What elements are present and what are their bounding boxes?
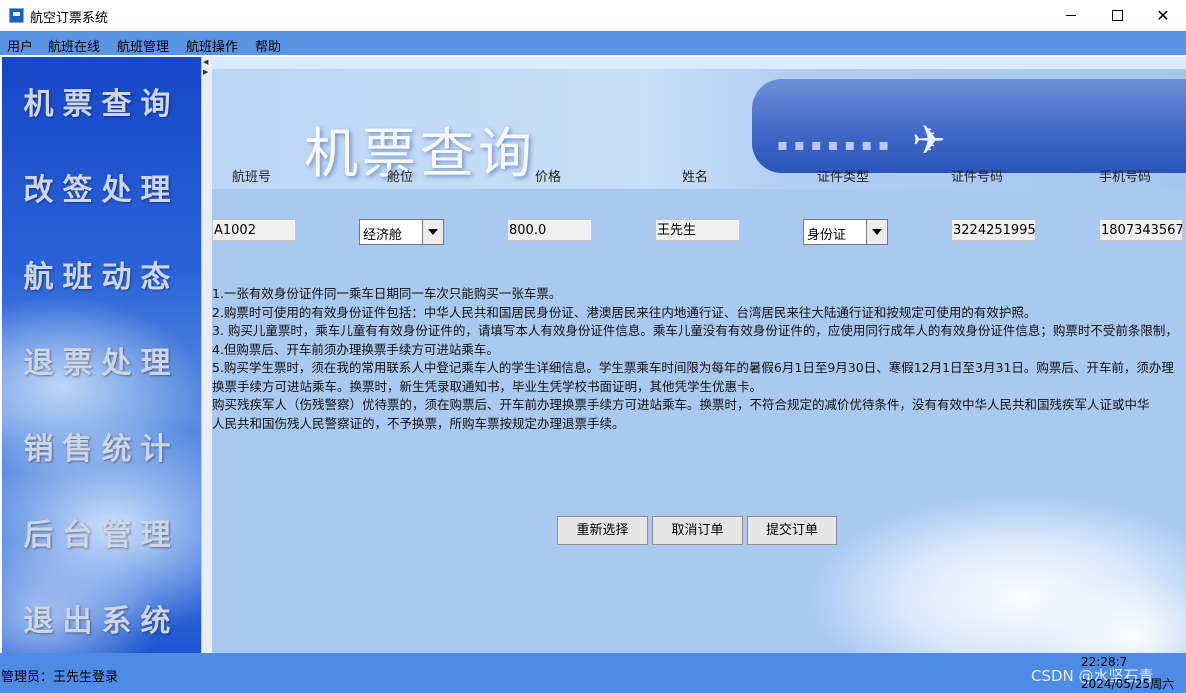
collapse-left-icon[interactable]: ◀ bbox=[203, 59, 208, 66]
label-cabin: 舱位 bbox=[387, 170, 414, 185]
notice-line: 人民共和国伤残人民警察证的，不予换票，所购车票按规定办理退票手续。 bbox=[212, 415, 625, 431]
maximize-button[interactable] bbox=[1094, 0, 1140, 31]
sidebar-item-sales-stats[interactable]: 销售统计 bbox=[2, 424, 201, 468]
sidebar: 机票查询 改签处理 航班动态 退票处理 销售统计 后台管理 退出系统 bbox=[2, 57, 201, 653]
airplane-windows-decoration: ▪▪▪▪▪▪▪ bbox=[777, 135, 895, 154]
id-type-select[interactable]: 身份证 bbox=[803, 219, 888, 245]
main-top-strip bbox=[212, 57, 1186, 69]
page-title: 机票查询 bbox=[304, 122, 536, 185]
name-field[interactable]: 王先生 bbox=[655, 219, 740, 241]
chevron-down-icon[interactable] bbox=[866, 220, 887, 244]
menu-help[interactable]: 帮助 bbox=[255, 36, 281, 55]
close-button[interactable]: ✕ bbox=[1140, 0, 1186, 31]
sidebar-item-admin[interactable]: 后台管理 bbox=[2, 510, 201, 554]
price-field[interactable]: 800.0 bbox=[507, 219, 592, 241]
title-bar: 航空订票系统 ✕ bbox=[0, 0, 1186, 31]
menu-flight-management[interactable]: 航班管理 bbox=[117, 36, 169, 55]
ticket-rules-notice: 1.一张有效身份证件同一乘车日期同一车次只能购买一张车票。 2.购票时可使用的有… bbox=[212, 285, 1182, 433]
notice-line: 1.一张有效身份证件同一乘车日期同一车次只能购买一张车票。 bbox=[212, 286, 562, 301]
notice-line: 5.购买学生票时，须在我的常用联系人中登记乘车人的学生详细信息。学生票乘车时间限… bbox=[212, 360, 1174, 394]
label-name: 姓名 bbox=[682, 170, 709, 185]
label-phone: 手机号码 bbox=[1099, 170, 1152, 185]
menu-flight-operation[interactable]: 航班操作 bbox=[186, 36, 238, 55]
cancel-order-button[interactable]: 取消订单 bbox=[652, 516, 743, 545]
clock-date: 2024/05/25周六 bbox=[1081, 677, 1175, 691]
login-status: 管理员：王先生登录 bbox=[1, 670, 119, 685]
label-flight-no: 航班号 bbox=[232, 170, 272, 185]
main-panel: ▪▪▪▪▪▪▪ ✈ 机票查询 航班号 舱位 价格 姓名 证件类型 证件号码 手机… bbox=[212, 57, 1186, 653]
notice-line: 购买残疾军人（伤残警察）优待票的，须在购票后、开车前办理换票手续方可进站乘车。换… bbox=[212, 397, 1150, 412]
notice-line: 3. 购买儿童票时，乘车儿童有有效身份证件的，请填写本人有效身份证件信息。乘车儿… bbox=[212, 323, 1178, 338]
sidebar-item-flight-status[interactable]: 航班动态 bbox=[2, 252, 201, 296]
airplane-banner bbox=[752, 79, 1186, 173]
minimize-button[interactable] bbox=[1048, 0, 1094, 31]
label-price: 价格 bbox=[535, 170, 562, 185]
notice-line: 4.但购票后、开车前须办理换票手续方可进站乘车。 bbox=[212, 341, 499, 357]
notice-line: 2.购票时可使用的有效身份证件包括：中华人民共和国居民身份证、港澳居民来往内地通… bbox=[212, 304, 1037, 320]
label-id-type: 证件类型 bbox=[817, 170, 870, 185]
menu-bar: 用户 航班在线 航班管理 航班操作 帮助 bbox=[0, 31, 1186, 55]
clock-time: 22:28:7 bbox=[1081, 655, 1128, 669]
chevron-down-icon[interactable] bbox=[422, 220, 443, 244]
id-number-field[interactable]: 3224251995 bbox=[951, 219, 1036, 241]
cabin-select[interactable]: 经济舱 bbox=[359, 219, 444, 245]
sidebar-item-rebooking[interactable]: 改签处理 bbox=[2, 165, 201, 209]
maximize-icon bbox=[1112, 10, 1123, 21]
flight-no-field[interactable]: A1002 bbox=[212, 219, 296, 241]
reset-button[interactable]: 重新选择 bbox=[557, 516, 648, 545]
expand-right-icon[interactable]: ▶ bbox=[203, 69, 208, 76]
airplane-icon: ✈ bbox=[912, 118, 946, 164]
phone-field[interactable]: 1807343567 bbox=[1099, 219, 1183, 241]
window-title: 航空订票系统 bbox=[30, 11, 109, 26]
menu-flight-online[interactable]: 航班在线 bbox=[48, 36, 100, 55]
minimize-icon bbox=[1066, 15, 1076, 16]
sidebar-item-exit[interactable]: 退出系统 bbox=[2, 596, 201, 640]
sidebar-item-ticket-query[interactable]: 机票查询 bbox=[2, 79, 201, 123]
submit-order-button[interactable]: 提交订单 bbox=[747, 516, 837, 545]
close-icon: ✕ bbox=[1156, 6, 1170, 25]
status-bar: 管理员：王先生登录 CSDN @水坚石青 22:28:7 2024/05/25周… bbox=[0, 653, 1186, 693]
app-icon bbox=[9, 8, 24, 23]
label-id-number: 证件号码 bbox=[951, 170, 1004, 185]
cabin-select-value: 经济舱 bbox=[363, 228, 403, 243]
sidebar-item-refund[interactable]: 退票处理 bbox=[2, 338, 201, 382]
menu-user[interactable]: 用户 bbox=[7, 36, 33, 55]
id-type-select-value: 身份证 bbox=[807, 228, 847, 243]
